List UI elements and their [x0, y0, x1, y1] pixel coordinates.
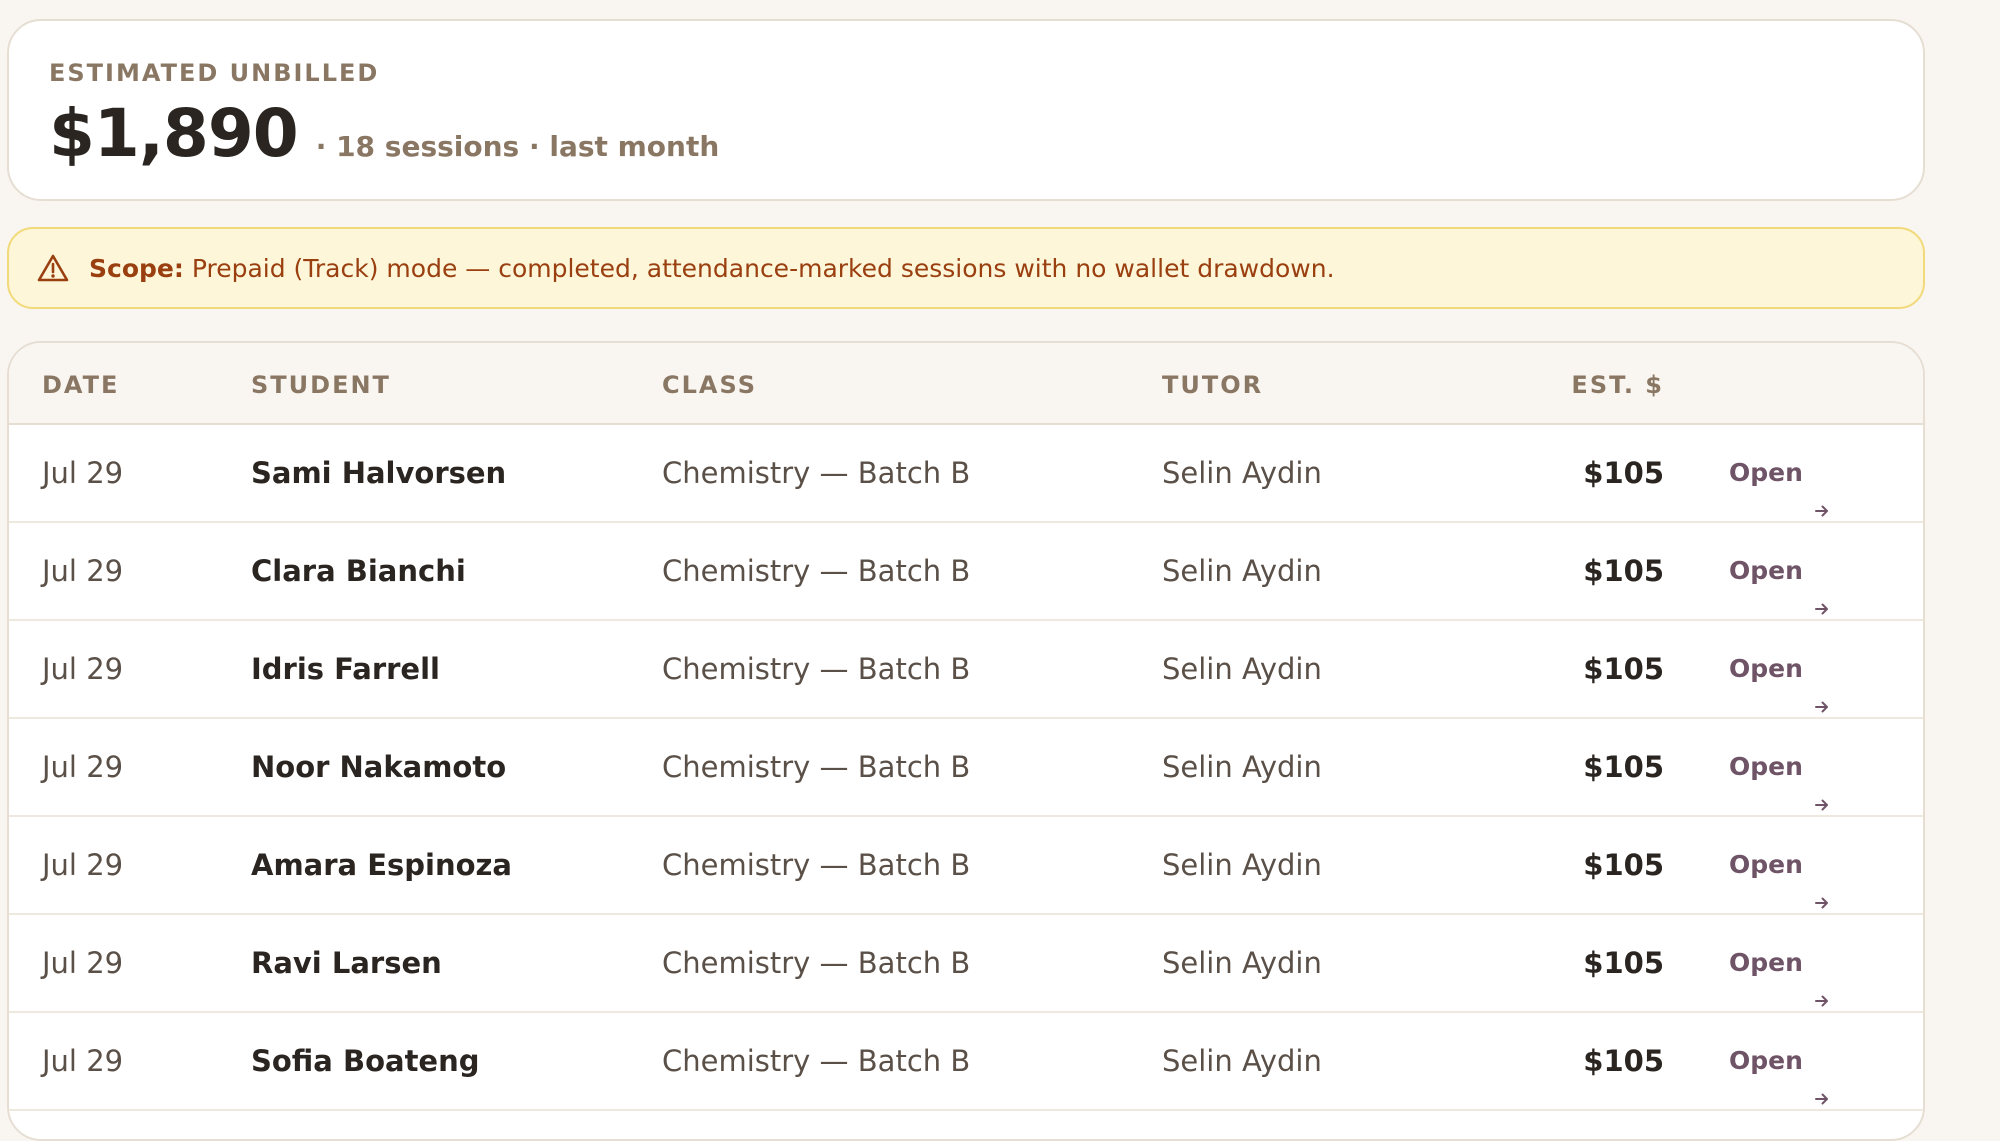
- arrow-right-icon: [1813, 660, 1831, 713]
- open-link-label: Open: [1729, 850, 1803, 879]
- cell-date: Jul 29: [42, 652, 124, 686]
- cell-class: Chemistry — Batch B: [662, 750, 971, 784]
- cell-date: Jul 29: [42, 946, 124, 980]
- cell-tutor: Selin Aydin: [1162, 848, 1322, 882]
- column-header-est-amount: EST. $: [1571, 371, 1664, 399]
- open-session-link[interactable]: Open: [1729, 817, 1831, 913]
- cell-tutor: Selin Aydin: [1162, 750, 1322, 784]
- column-header-tutor: TUTOR: [1162, 371, 1264, 399]
- cell-student: Clara Bianchi: [251, 554, 466, 588]
- table-row: Jul 29 Clara Bianchi Chemistry — Batch B…: [9, 523, 1923, 621]
- open-link-label: Open: [1729, 1046, 1803, 1075]
- warning-triangle-icon: [37, 253, 69, 283]
- cell-student: Ravi Larsen: [251, 946, 442, 980]
- column-header-student: STUDENT: [251, 371, 391, 399]
- table-row: Jul 29 Idris Farrell Chemistry — Batch B…: [9, 621, 1923, 719]
- cell-date: Jul 29: [42, 1044, 124, 1078]
- cell-est-amount: $105: [1583, 652, 1664, 686]
- cell-class: Chemistry — Batch B: [662, 554, 971, 588]
- open-link-label: Open: [1729, 752, 1803, 781]
- cell-est-amount: $105: [1583, 750, 1664, 784]
- summary-amount: $1,890: [49, 95, 299, 172]
- cell-class: Chemistry — Batch B: [662, 946, 971, 980]
- estimated-unbilled-card: ESTIMATED UNBILLED $1,890 · 18 sessions …: [7, 19, 1925, 201]
- cell-class: Chemistry — Batch B: [662, 456, 971, 490]
- cell-est-amount: $105: [1583, 554, 1664, 588]
- cell-student: Sofia Boateng: [251, 1044, 480, 1078]
- cell-est-amount: $105: [1583, 946, 1664, 980]
- column-header-class: CLASS: [662, 371, 757, 399]
- open-session-link[interactable]: Open: [1729, 719, 1831, 815]
- open-session-link[interactable]: Open: [1729, 425, 1831, 521]
- cell-date: Jul 29: [42, 554, 124, 588]
- cell-student: Amara Espinoza: [251, 848, 512, 882]
- open-session-link[interactable]: Open: [1729, 621, 1831, 717]
- open-session-link[interactable]: Open: [1729, 915, 1831, 1011]
- cell-est-amount: $105: [1583, 848, 1664, 882]
- table-header: DATE STUDENT CLASS TUTOR EST. $: [9, 343, 1923, 425]
- scope-banner: Scope: Prepaid (Track) mode — completed,…: [7, 227, 1925, 309]
- summary-row: $1,890 · 18 sessions · last month: [49, 95, 719, 172]
- table-row: Jul 29 Sofia Boateng Chemistry — Batch B…: [9, 1013, 1923, 1111]
- cell-class: Chemistry — Batch B: [662, 848, 971, 882]
- cell-date: Jul 29: [42, 456, 124, 490]
- open-link-label: Open: [1729, 948, 1803, 977]
- cell-date: Jul 29: [42, 750, 124, 784]
- arrow-right-icon: [1813, 758, 1831, 811]
- cell-student: Sami Halvorsen: [251, 456, 507, 490]
- summary-label: ESTIMATED UNBILLED: [49, 59, 380, 87]
- table-row: Jul 29 Amara Espinoza Chemistry — Batch …: [9, 817, 1923, 915]
- cell-date: Jul 29: [42, 848, 124, 882]
- table-row: Jul 29 Sami Halvorsen Chemistry — Batch …: [9, 425, 1923, 523]
- open-link-label: Open: [1729, 556, 1803, 585]
- open-session-link[interactable]: Open: [1729, 523, 1831, 619]
- arrow-right-icon: [1813, 856, 1831, 909]
- open-session-link[interactable]: Open: [1729, 1013, 1831, 1109]
- arrow-right-icon: [1813, 1052, 1831, 1105]
- arrow-right-icon: [1813, 464, 1831, 517]
- cell-est-amount: $105: [1583, 456, 1664, 490]
- scope-description: Prepaid (Track) mode — completed, attend…: [191, 253, 1335, 283]
- cell-tutor: Selin Aydin: [1162, 652, 1322, 686]
- cell-tutor: Selin Aydin: [1162, 456, 1322, 490]
- cell-class: Chemistry — Batch B: [662, 1044, 971, 1078]
- cell-class: Chemistry — Batch B: [662, 652, 971, 686]
- column-header-date: DATE: [42, 371, 120, 399]
- cell-tutor: Selin Aydin: [1162, 946, 1322, 980]
- table-row: Jul 29 Noor Nakamoto Chemistry — Batch B…: [9, 719, 1923, 817]
- table-row: Jul 29 Ravi Larsen Chemistry — Batch B S…: [9, 915, 1923, 1013]
- open-link-label: Open: [1729, 654, 1803, 683]
- summary-meta: · 18 sessions · last month: [315, 130, 720, 163]
- cell-student: Noor Nakamoto: [251, 750, 507, 784]
- scope-label: Scope:: [89, 253, 184, 283]
- open-link-label: Open: [1729, 458, 1803, 487]
- arrow-right-icon: [1813, 562, 1831, 615]
- arrow-right-icon: [1813, 954, 1831, 1007]
- cell-tutor: Selin Aydin: [1162, 554, 1322, 588]
- sessions-table: DATE STUDENT CLASS TUTOR EST. $ Jul 29 S…: [7, 341, 1925, 1141]
- cell-tutor: Selin Aydin: [1162, 1044, 1322, 1078]
- cell-est-amount: $105: [1583, 1044, 1664, 1078]
- cell-student: Idris Farrell: [251, 652, 440, 686]
